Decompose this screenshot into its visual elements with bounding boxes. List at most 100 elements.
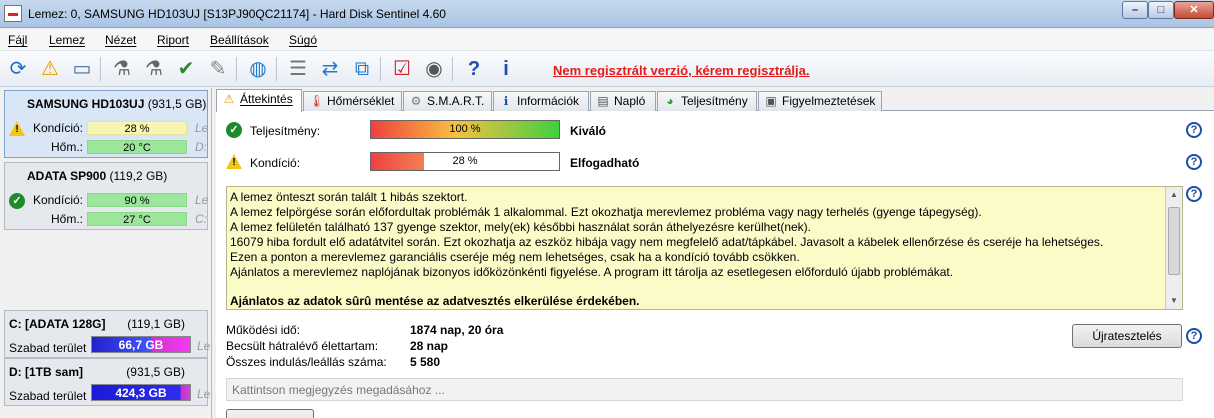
performance-meter: 100 % xyxy=(370,120,560,139)
tab-label: S.M.A.R.T. xyxy=(427,94,485,108)
globe-icon[interactable]: ◍ xyxy=(244,55,272,83)
temperature-bar: 27 °C xyxy=(87,212,187,226)
condition-trail: Le xyxy=(195,121,209,135)
remaining-life-value: 28 nap xyxy=(410,339,449,353)
info-icon[interactable]: i xyxy=(492,55,520,83)
tab-label: Áttekintés xyxy=(240,92,293,106)
condition-meter: 28 % xyxy=(370,152,560,171)
tab-temperature[interactable]: 🌡 Hőmérséklet xyxy=(303,91,402,111)
temperature-bar: 20 °C xyxy=(87,140,187,154)
diagnosis-text-box[interactable]: A lemez önteszt során talált 1 hibás sze… xyxy=(226,186,1183,310)
app-icon xyxy=(4,5,22,22)
condition-bar: 28 % xyxy=(87,121,187,135)
tab-label: Információk xyxy=(517,94,580,108)
disk-test-icon-2[interactable]: ⚗ xyxy=(140,55,168,83)
volume-size: (119,1 GB) xyxy=(127,317,185,331)
tab-log[interactable]: ▤ Napló xyxy=(590,91,656,111)
help-icon[interactable]: ? xyxy=(1186,328,1202,344)
comment-field[interactable]: Kattintson megjegyzés megadásához ... xyxy=(226,378,1183,401)
tab-label: Napló xyxy=(614,94,646,108)
tab-smart[interactable]: ⚙ S.M.A.R.T. xyxy=(403,91,492,111)
note-line: Ajánlatos a merevlemez naplójának bizony… xyxy=(230,265,954,279)
power-on-value: 1874 nap, 20 óra xyxy=(410,323,504,337)
bottom-button[interactable] xyxy=(226,409,314,418)
menu-file[interactable]: Fájl xyxy=(8,33,27,47)
disk-card-samsung[interactable]: SAMSUNG HD103UJ (931,5 GB) ! Kondíció: 2… xyxy=(4,90,208,158)
tab-label: Hőmérséklet xyxy=(327,94,395,108)
network-icon[interactable]: ⧉ xyxy=(348,55,376,83)
disk-wrench-icon[interactable]: ✎ xyxy=(204,55,232,83)
info-icon: ℹ xyxy=(503,94,509,108)
help-icon[interactable]: ? xyxy=(1186,154,1202,170)
help-icon[interactable]: ? xyxy=(1186,122,1202,138)
disk-size: (931,5 GB) xyxy=(147,97,207,111)
temperature-trail: C: xyxy=(195,212,207,226)
help-icon[interactable]: ? xyxy=(460,55,488,83)
disk-icon[interactable]: ▭ xyxy=(68,55,96,83)
speaker-icon[interactable]: ◉ xyxy=(420,55,448,83)
volume-size: (931,5 GB) xyxy=(126,365,185,379)
volume-card-d[interactable]: D: [1TB sam] (931,5 GB) Szabad terület 4… xyxy=(4,358,211,406)
log-icon: ▤ xyxy=(597,94,609,108)
disk-check-icon[interactable]: ✔ xyxy=(172,55,200,83)
volume-name: D: [1TB sam] xyxy=(9,365,84,379)
menu-disk[interactable]: Lemez xyxy=(49,33,85,47)
note-line: A lemez felületén található 137 gyenge s… xyxy=(230,220,811,234)
close-button[interactable]: ✕ xyxy=(1174,1,1214,19)
volume-card-c[interactable]: C: [ADATA 128G] (119,1 GB) Szabad terüle… xyxy=(4,310,211,358)
disk-card-adata[interactable]: ADATA SP900 (119,2 GB) ✓ Kondíció: 90 % … xyxy=(4,162,208,230)
performance-label: Teljesítmény: xyxy=(250,124,321,138)
toolbar-separator xyxy=(276,57,277,81)
smart-icon: ⚙ xyxy=(410,94,422,108)
report-icon[interactable]: ☰ xyxy=(284,55,312,83)
scroll-thumb[interactable] xyxy=(1168,207,1180,275)
alerts-icon: ▣ xyxy=(765,94,777,108)
volume-trail: Le xyxy=(197,339,211,353)
menu-help[interactable]: Súgó xyxy=(289,33,317,47)
disk-name: SAMSUNG HD103UJ xyxy=(27,97,145,111)
toolbar-separator xyxy=(452,57,453,81)
note-line: Ezen a ponton a merevlemez garanciális c… xyxy=(230,250,800,264)
disk-test-icon[interactable]: ⚗ xyxy=(108,55,136,83)
temperature-label: Hőm.: xyxy=(50,212,83,226)
free-space-label: Szabad terület xyxy=(9,341,87,355)
tab-information[interactable]: ℹ Információk xyxy=(493,91,589,111)
retest-button[interactable]: Újratesztelés xyxy=(1072,324,1182,348)
menu-view[interactable]: Nézet xyxy=(105,33,136,47)
warning-icon: ! xyxy=(226,154,242,170)
condition-bar: 90 % xyxy=(87,193,187,207)
refresh-icon[interactable]: ⟳ xyxy=(4,55,32,83)
title-bar: Lemez: 0, SAMSUNG HD103UJ [S13PJ90QC2117… xyxy=(0,0,1214,28)
help-icon[interactable]: ? xyxy=(1186,186,1202,202)
note-line: A lemez önteszt során talált 1 hibás sze… xyxy=(230,190,468,204)
tab-label: Teljesítmény xyxy=(681,94,748,108)
tasks-icon[interactable]: ☑ xyxy=(388,55,416,83)
scroll-down-icon[interactable]: ▼ xyxy=(1166,293,1182,309)
overview-panel: ✓ Teljesítmény: 100 % Kiváló ? ! Kondíci… xyxy=(216,111,1214,418)
window-title: Lemez: 0, SAMSUNG HD103UJ [S13PJ90QC2117… xyxy=(28,7,446,21)
condition-value: 28 % xyxy=(452,155,478,167)
menu-report[interactable]: Riport xyxy=(157,33,189,47)
condition-label: Kondíció: xyxy=(32,193,83,207)
free-space-bar: 66,7 GB xyxy=(91,336,191,353)
condition-fill xyxy=(371,153,424,170)
menu-settings[interactable]: Beállítások xyxy=(210,33,269,47)
volume-trail: Le xyxy=(197,387,211,401)
toolbar-separator xyxy=(100,57,101,81)
disk-size: (119,2 GB) xyxy=(109,169,168,183)
note-line: 16079 hiba fordult elő adatátvitel során… xyxy=(230,235,1104,249)
tab-performance[interactable]: ◕ Teljesítmény xyxy=(657,91,757,111)
condition-label: Kondíció: xyxy=(250,156,301,170)
warning-refresh-icon[interactable]: ⚠ xyxy=(36,55,64,83)
notes-scrollbar[interactable]: ▲ ▼ xyxy=(1165,187,1182,309)
register-link[interactable]: Nem regisztrált verzió, kérem regisztrál… xyxy=(553,63,810,78)
tab-overview[interactable]: ⚠ Áttekintés xyxy=(216,89,302,112)
sync-icon[interactable]: ⇄ xyxy=(316,55,344,83)
minimize-button[interactable]: – xyxy=(1122,1,1148,19)
maximize-button[interactable]: □ xyxy=(1148,1,1174,19)
disk-name: ADATA SP900 xyxy=(27,169,107,183)
ok-check-icon: ✓ xyxy=(226,122,242,138)
note-line-bold: Ajánlatos az adatok sûrû mentése az adat… xyxy=(230,294,640,308)
tab-alerts[interactable]: ▣ Figyelmeztetések xyxy=(758,91,882,111)
scroll-up-icon[interactable]: ▲ xyxy=(1166,187,1182,203)
